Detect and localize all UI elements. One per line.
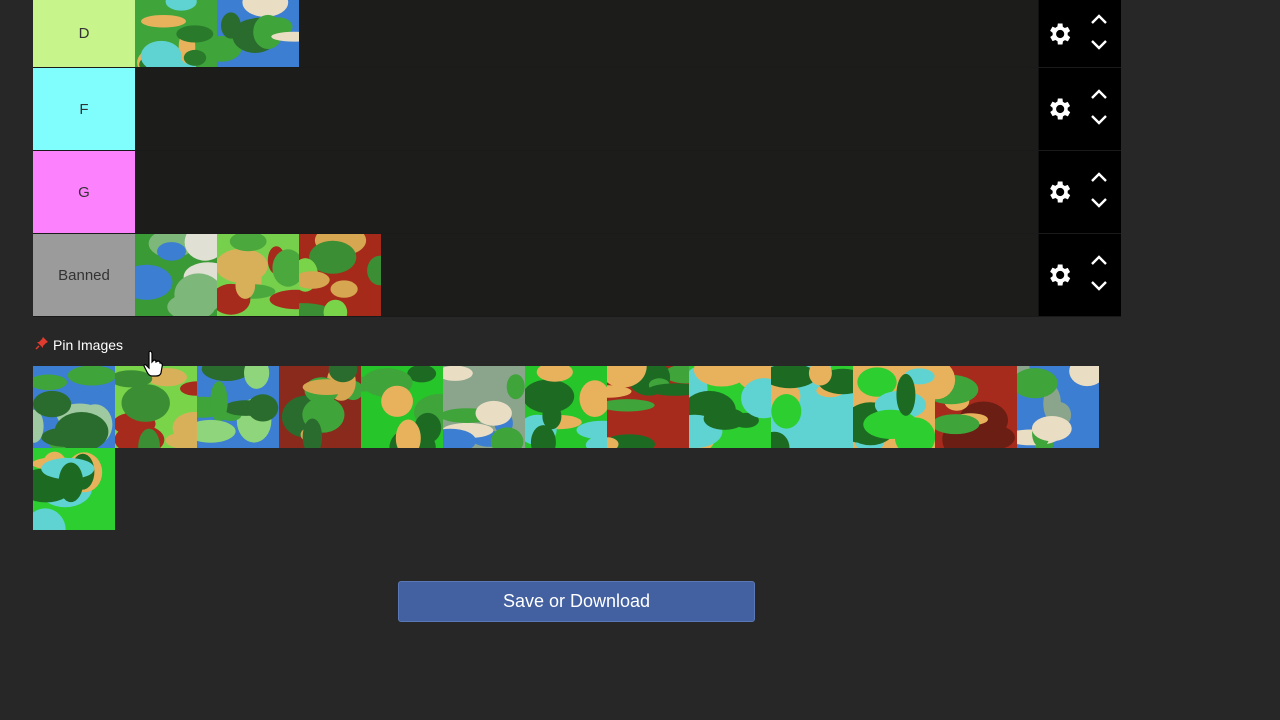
- map-green-forest[interactable]: [361, 366, 443, 448]
- gear-icon[interactable]: [1045, 178, 1073, 206]
- hand-cursor-icon: [143, 350, 163, 377]
- map-blue-coast[interactable]: [1017, 366, 1099, 448]
- chevron-down-icon[interactable]: [1087, 273, 1111, 297]
- chevron-up-icon[interactable]: [1087, 83, 1111, 107]
- tier-label[interactable]: G: [33, 151, 135, 233]
- map-cyan-river[interactable]: [33, 448, 115, 530]
- tier-dropzone[interactable]: [135, 151, 1039, 233]
- image-pool: [33, 366, 1099, 530]
- tier-dropzone[interactable]: [135, 0, 1039, 67]
- tier-dropzone[interactable]: [135, 68, 1039, 150]
- chevron-up-icon[interactable]: [1087, 166, 1111, 190]
- chevron-up-icon[interactable]: [1087, 249, 1111, 273]
- map-cyan-lake[interactable]: [525, 366, 607, 448]
- tier-label[interactable]: D: [33, 0, 135, 67]
- tier-row: D: [33, 0, 1121, 68]
- pin-images-label: Pin Images: [53, 336, 124, 353]
- tier-row: Banned: [33, 234, 1121, 317]
- chevron-down-icon[interactable]: [1087, 107, 1111, 131]
- gear-icon[interactable]: [1045, 20, 1073, 48]
- map-red-swamp[interactable]: [299, 234, 381, 316]
- tier-row: G: [33, 151, 1121, 234]
- map-river-arc[interactable]: [217, 0, 299, 67]
- tier-list: D F G Banned: [33, 0, 1121, 317]
- save-or-download-button[interactable]: Save or Download: [398, 581, 755, 622]
- map-blue-cross[interactable]: [33, 366, 115, 448]
- chevron-down-icon[interactable]: [1087, 190, 1111, 214]
- map-red-pools[interactable]: [217, 234, 299, 316]
- tier-controls: [1039, 68, 1121, 150]
- map-sand-ring[interactable]: [853, 366, 935, 448]
- map-cyan-channels[interactable]: [689, 366, 771, 448]
- map-lake-ring[interactable]: [135, 234, 217, 316]
- tier-label[interactable]: F: [33, 68, 135, 150]
- gear-icon[interactable]: [1045, 261, 1073, 289]
- pool-row: [33, 448, 1097, 530]
- tier-dropzone[interactable]: [135, 234, 1039, 316]
- map-grey-islands[interactable]: [443, 366, 525, 448]
- map-red-x[interactable]: [279, 366, 361, 448]
- pool-row: [33, 366, 1099, 448]
- tier-label[interactable]: Banned: [33, 234, 135, 316]
- tier-row: F: [33, 68, 1121, 151]
- map-red-streaks[interactable]: [607, 366, 689, 448]
- tier-controls: [1039, 151, 1121, 233]
- chevron-down-icon[interactable]: [1087, 32, 1111, 56]
- gear-icon[interactable]: [1045, 95, 1073, 123]
- map-blue-heart[interactable]: [197, 366, 279, 448]
- map-red-crater[interactable]: [935, 366, 1017, 448]
- chevron-up-icon[interactable]: [1087, 8, 1111, 32]
- tier-controls: [1039, 234, 1121, 316]
- tier-controls: [1039, 0, 1121, 67]
- pin-icon: [35, 336, 49, 353]
- pin-images-toggle[interactable]: Pin Images: [35, 336, 123, 353]
- map-red-eye[interactable]: [115, 366, 197, 448]
- map-cyan-bay[interactable]: [771, 366, 853, 448]
- map-island-center[interactable]: [135, 0, 217, 67]
